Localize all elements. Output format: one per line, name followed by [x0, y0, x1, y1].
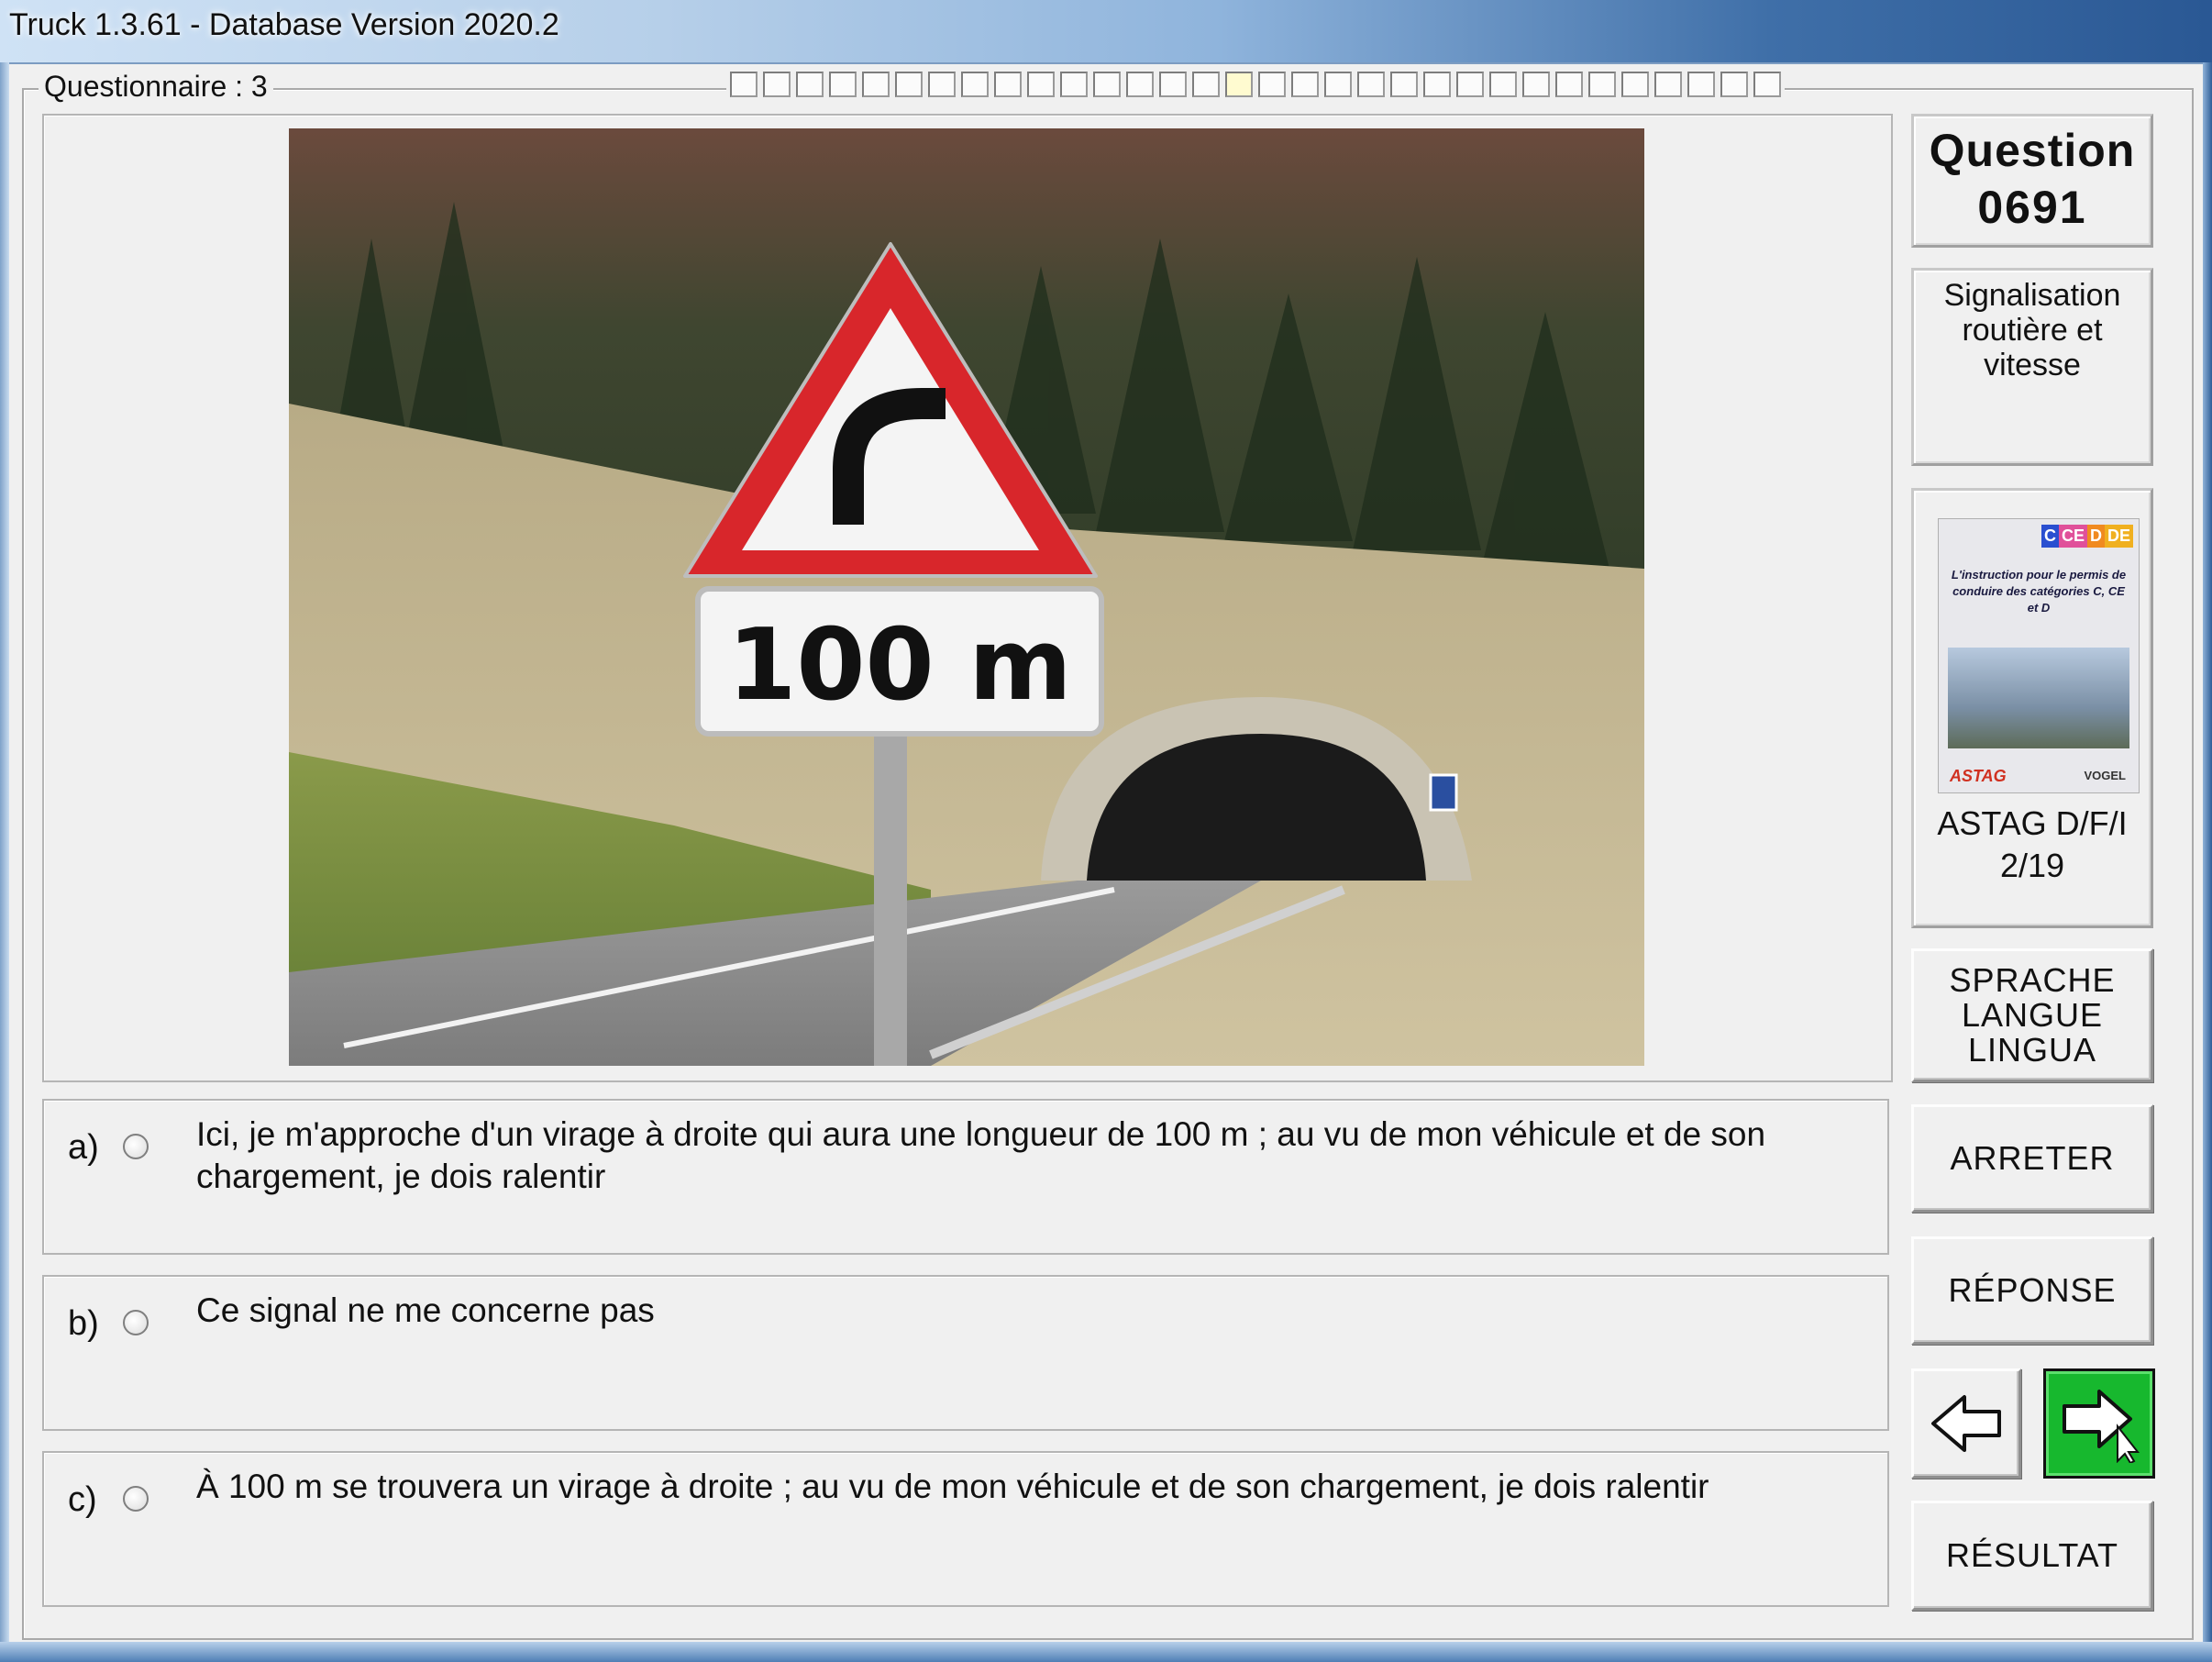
answer-a[interactable]: a) Ici, je m'approche d'un virage à droi… — [42, 1099, 1889, 1255]
badge-d: D — [2086, 525, 2105, 548]
result-button[interactable]: RÉSULTAT — [1911, 1501, 2153, 1611]
progress-segment — [1423, 72, 1451, 97]
progress-segment — [730, 72, 758, 97]
progress-segment — [1258, 72, 1286, 97]
language-label-de: SPRACHE — [1949, 961, 2116, 999]
progress-segment — [895, 72, 923, 97]
answer-button[interactable]: RÉPONSE — [1911, 1236, 2153, 1345]
progress-segment — [829, 72, 857, 97]
book-caption-line2: 2/19 — [1999, 847, 2065, 884]
window-titlebar[interactable]: Truck 1.3.61 - Database Version 2020.2 — [0, 0, 2212, 64]
progress-segment — [862, 72, 890, 97]
progress-segment — [1555, 72, 1583, 97]
language-button[interactable]: SPRACHE LANGUE LINGUA — [1911, 948, 2153, 1082]
progress-segment — [1390, 72, 1418, 97]
answer-b-letter: b) — [68, 1304, 99, 1343]
progress-segment — [1588, 72, 1616, 97]
answer-b-text: Ce signal ne me concerne pas — [196, 1291, 655, 1329]
category-box: Signalisation routière et vitesse — [1911, 268, 2153, 466]
answer-c[interactable]: c) À 100 m se trouvera un virage à droit… — [42, 1451, 1889, 1607]
questionnaire-label: Questionnaire : 3 — [39, 70, 273, 104]
answer-a-letter: a) — [68, 1128, 99, 1167]
sign-distance-text: 100 m — [727, 608, 1072, 723]
progress-segment — [1225, 72, 1253, 97]
book-cover-text: L'instruction pour le permis de conduire… — [1951, 568, 2127, 615]
question-number: 0691 — [1977, 182, 2087, 233]
progress-segment — [1357, 72, 1385, 97]
window-frame-bottom — [0, 1642, 2212, 1662]
previous-button[interactable] — [1911, 1368, 2021, 1479]
language-label-fr: LANGUE — [1961, 996, 2104, 1034]
result-button-label: RÉSULTAT — [1945, 1536, 2119, 1574]
answer-c-radio[interactable] — [123, 1486, 149, 1512]
progress-segment — [1126, 72, 1154, 97]
progress-segment — [763, 72, 791, 97]
progress-segment — [1687, 72, 1715, 97]
progress-segment — [1324, 72, 1352, 97]
progress-segment — [796, 72, 824, 97]
category-line2: routière et vitesse — [1962, 313, 2103, 382]
progress-segment — [1489, 72, 1517, 97]
progress-segment — [1720, 72, 1748, 97]
question-progress — [726, 72, 1785, 101]
answer-c-letter: c) — [68, 1480, 97, 1519]
book-cover-photo — [1948, 648, 2129, 748]
language-label-it: LINGUA — [1967, 1031, 2097, 1069]
next-button[interactable] — [2043, 1368, 2155, 1479]
badge-de: DE — [2104, 525, 2133, 548]
book-box: C CE D DE L'instruction pour le permis d… — [1911, 488, 2153, 928]
answer-b[interactable]: b) Ce signal ne me concerne pas — [42, 1275, 1889, 1431]
book-publisher-logo: ASTAG — [1950, 767, 2007, 785]
progress-segment — [994, 72, 1022, 97]
progress-segment — [1621, 72, 1649, 97]
mouse-cursor-icon — [2117, 1424, 2140, 1463]
answer-c-text: À 100 m se trouvera un virage à droite ;… — [196, 1468, 1709, 1505]
progress-segment — [1192, 72, 1220, 97]
badge-ce: CE — [2058, 525, 2087, 548]
progress-segment — [961, 72, 989, 97]
progress-segment — [1522, 72, 1550, 97]
question-photo: 100 m — [289, 128, 1644, 1066]
question-label: Question — [1929, 125, 2136, 176]
progress-segment — [1654, 72, 1682, 97]
progress-segment — [1753, 72, 1781, 97]
window-title: Truck 1.3.61 - Database Version 2020.2 — [9, 7, 559, 42]
answer-b-radio[interactable] — [123, 1310, 149, 1335]
progress-segment — [1060, 72, 1088, 97]
answer-button-label: RÉPONSE — [1948, 1271, 2117, 1309]
arrow-right-icon — [2063, 1390, 2140, 1463]
answer-a-text: Ici, je m'approche d'un virage à droite … — [196, 1115, 1766, 1195]
stop-button-label: ARRETER — [1950, 1139, 2115, 1177]
progress-segment — [1291, 72, 1319, 97]
progress-segment — [1093, 72, 1121, 97]
progress-segment — [1456, 72, 1484, 97]
window-frame-right — [2203, 62, 2212, 1662]
answer-a-radio[interactable] — [123, 1134, 149, 1159]
progress-segment — [1159, 72, 1187, 97]
book-cover-image: C CE D DE L'instruction pour le permis d… — [1938, 518, 2140, 793]
book-category-badges: C CE D DE — [2041, 525, 2133, 548]
book-caption-line1: ASTAG D/F/I — [1937, 804, 2128, 842]
window-frame-left — [0, 62, 9, 1662]
question-number-box: Question 0691 — [1911, 114, 2153, 248]
progress-segment — [1027, 72, 1055, 97]
badge-c: C — [2041, 525, 2059, 548]
book-publisher-logo-2: VOGEL — [2084, 769, 2126, 782]
progress-segment — [928, 72, 956, 97]
stop-button[interactable]: ARRETER — [1911, 1104, 2153, 1213]
book-caption: ASTAG D/F/I 2/19 — [1914, 803, 2151, 887]
category-line1: Signalisation — [1943, 278, 2121, 313]
arrow-left-icon — [1931, 1395, 2001, 1452]
